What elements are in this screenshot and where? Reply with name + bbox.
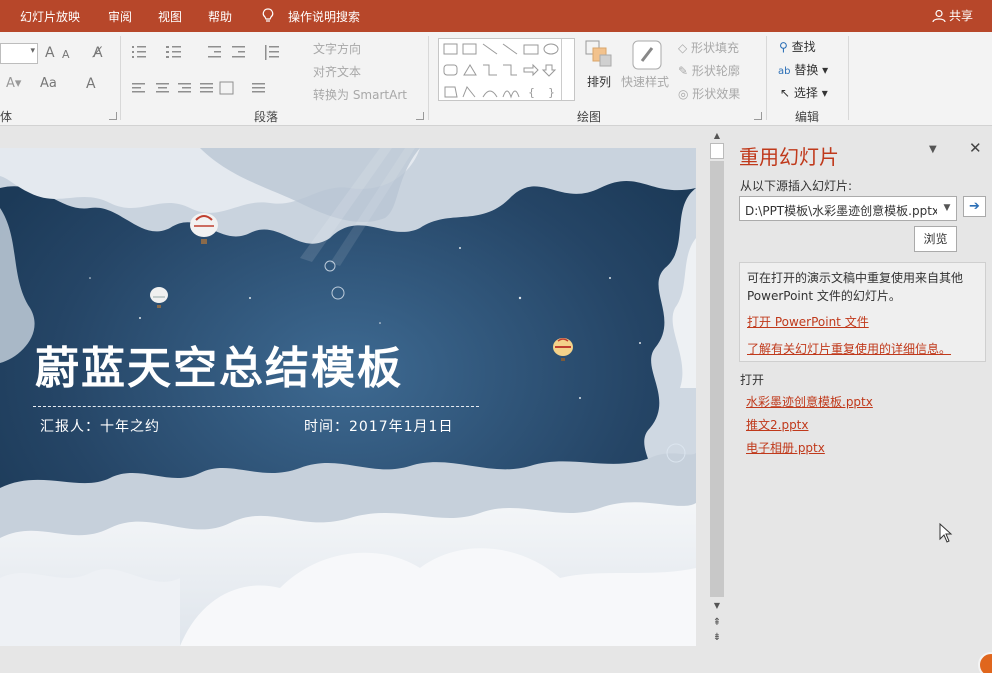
convert-smartart-button[interactable]: 转换为 SmartArt <box>313 86 407 103</box>
find-label: 查找 <box>791 40 816 54</box>
open-heading: 打开 <box>740 373 765 387</box>
sky-background <box>0 148 696 646</box>
previous-slide-button[interactable]: ⇞ <box>710 617 724 629</box>
share-label: 共享 <box>949 9 974 23</box>
select-label: 选择 <box>793 86 818 100</box>
align-text-button[interactable]: 对齐文本 <box>313 63 361 80</box>
search-icon: ⚲ <box>779 40 788 54</box>
scroll-up-button[interactable]: ▲ <box>710 130 724 142</box>
arrange-label[interactable]: 排列 <box>587 73 611 90</box>
mouse-pointer-icon <box>939 523 953 543</box>
info-text: 可在打开的演示文稿中重复使用来自其他 PowerPoint 文件的幻灯片。 <box>747 271 964 303</box>
drawing-dialog-launcher[interactable] <box>754 112 762 120</box>
tab-slideshow[interactable]: 幻灯片放映 <box>20 8 80 25</box>
recent-file-link[interactable]: 推文2.pptx <box>746 416 809 433</box>
hot-air-balloon-icon <box>553 338 573 361</box>
font-group-label: 体 <box>0 110 13 124</box>
open-powerpoint-link[interactable]: 打开 PowerPoint 文件 <box>747 313 869 330</box>
learn-more-link[interactable]: 了解有关幻灯片重复使用的详细信息。 <box>747 340 951 357</box>
svg-text:{: { <box>528 86 535 99</box>
grow-font-button[interactable]: A <box>45 45 55 61</box>
slide-vertical-scrollbar[interactable]: ▲ ▼ ⇞ ⇟ <box>709 127 725 673</box>
arrange-icon[interactable] <box>585 40 613 68</box>
replace-icon: ab <box>778 66 791 77</box>
slide-time[interactable]: 时间：2017年1月1日 <box>304 416 453 436</box>
cursor-arrow-icon: ↖ <box>780 86 791 100</box>
shapes-gallery-scroll[interactable] <box>561 39 574 100</box>
close-icon[interactable]: ✕ <box>969 139 982 157</box>
find-button[interactable]: ⚲ 查找 <box>779 38 816 55</box>
reuse-slides-pane: 重用幻灯片 ▼ ✕ 从以下源插入幻灯片: D:\PPT模板\水彩墨迹创意模板.p… <box>726 127 992 673</box>
paragraph-format-icons[interactable] <box>132 44 292 110</box>
shapes-gallery[interactable]: {} <box>438 38 575 101</box>
scroll-thumb[interactable] <box>710 143 724 159</box>
shape-effects-button[interactable]: ◎ 形状效果 <box>678 85 740 102</box>
group-separator <box>848 36 849 120</box>
shape-fill-label: 形状填充 <box>691 41 740 55</box>
font-dialog-launcher[interactable] <box>109 112 117 120</box>
source-path-combobox[interactable]: D:\PPT模板\水彩墨迹创意模板.pptx ▼ <box>739 196 957 221</box>
paragraph-dialog-launcher[interactable] <box>416 112 424 120</box>
insert-from-label: 从以下源插入幻灯片: <box>740 179 853 193</box>
shape-icons[interactable]: {} <box>441 41 563 99</box>
tab-view[interactable]: 视图 <box>158 8 182 25</box>
share-button[interactable]: 共享 <box>932 7 973 24</box>
info-box: 可在打开的演示文稿中重复使用来自其他 PowerPoint 文件的幻灯片。 打开… <box>739 262 986 362</box>
source-path-value: D:\PPT模板\水彩墨迹创意模板.pptx <box>745 204 937 218</box>
replace-button[interactable]: ab 替换 ▾ <box>778 61 828 78</box>
scroll-down-button[interactable]: ▼ <box>710 600 724 612</box>
font-color-button[interactable]: A <box>86 76 96 92</box>
quick-styles-label[interactable]: 快速样式 <box>621 73 669 90</box>
browse-button[interactable]: 浏览 <box>914 226 957 252</box>
shape-effects-label: 形状效果 <box>692 87 741 101</box>
quick-styles-icon[interactable] <box>632 40 662 70</box>
replace-label: 替换 <box>794 63 819 77</box>
lightbulb-icon <box>262 8 274 22</box>
shape-fill-button[interactable]: ◇ 形状填充 <box>678 39 739 56</box>
svg-text:}: } <box>548 86 555 99</box>
recent-file-link[interactable]: 电子相册.pptx <box>746 439 825 456</box>
next-slide-button[interactable]: ⇟ <box>710 632 724 644</box>
slide-canvas[interactable]: 蔚蓝天空总结模板 汇报人：十年之约 时间：2017年1月1日 <box>0 148 696 646</box>
hot-air-balloon-icon <box>190 213 218 244</box>
slide-editing-area: 蔚蓝天空总结模板 汇报人：十年之约 时间：2017年1月1日 <box>0 127 710 673</box>
shape-outline-button[interactable]: ✎ 形状轮廓 <box>678 62 740 79</box>
select-button[interactable]: ↖ 选择 ▾ <box>780 84 828 101</box>
drawing-group-label: 绘图 <box>577 110 602 124</box>
tab-help[interactable]: 帮助 <box>208 8 232 25</box>
group-separator <box>766 36 767 120</box>
title-divider <box>33 406 479 407</box>
font-size-dropdown[interactable] <box>0 43 38 64</box>
go-arrow-button[interactable]: ➔ <box>963 196 986 217</box>
ribbon-tab-bar: 幻灯片放映 审阅 视图 帮助 操作说明搜索 共享 <box>0 0 992 32</box>
group-separator <box>120 36 121 120</box>
pane-options-dropdown[interactable]: ▼ <box>929 144 937 155</box>
pane-title: 重用幻灯片 <box>739 145 839 169</box>
shrink-font-button[interactable]: A <box>62 48 70 61</box>
paragraph-group-label: 段落 <box>254 110 279 124</box>
text-direction-button[interactable]: 文字方向 <box>313 40 361 57</box>
chevron-down-icon[interactable]: ▼ <box>938 197 955 220</box>
recent-file-link[interactable]: 水彩墨迹创意模板.pptx <box>746 393 873 410</box>
scroll-track[interactable] <box>710 161 724 597</box>
tell-me-search[interactable]: 操作说明搜索 <box>288 8 360 25</box>
slide-reporter[interactable]: 汇报人：十年之约 <box>40 416 160 436</box>
change-case-button[interactable]: Aa <box>40 76 57 91</box>
clear-format-icon[interactable]: A̸ <box>93 45 103 61</box>
tab-review[interactable]: 审阅 <box>108 8 132 25</box>
person-icon <box>932 9 946 22</box>
hot-air-balloon-icon <box>150 287 168 308</box>
slide-title[interactable]: 蔚蓝天空总结模板 <box>35 332 403 396</box>
shape-outline-label: 形状轮廓 <box>691 64 740 78</box>
char-spacing-button[interactable]: A▾ <box>6 76 21 91</box>
editing-group-label: 编辑 <box>795 110 820 124</box>
group-separator <box>428 36 429 120</box>
ribbon: A A A̸ A▾ Aa A 体 文字方向 对齐文本 转换为 SmartArt … <box>0 32 992 126</box>
